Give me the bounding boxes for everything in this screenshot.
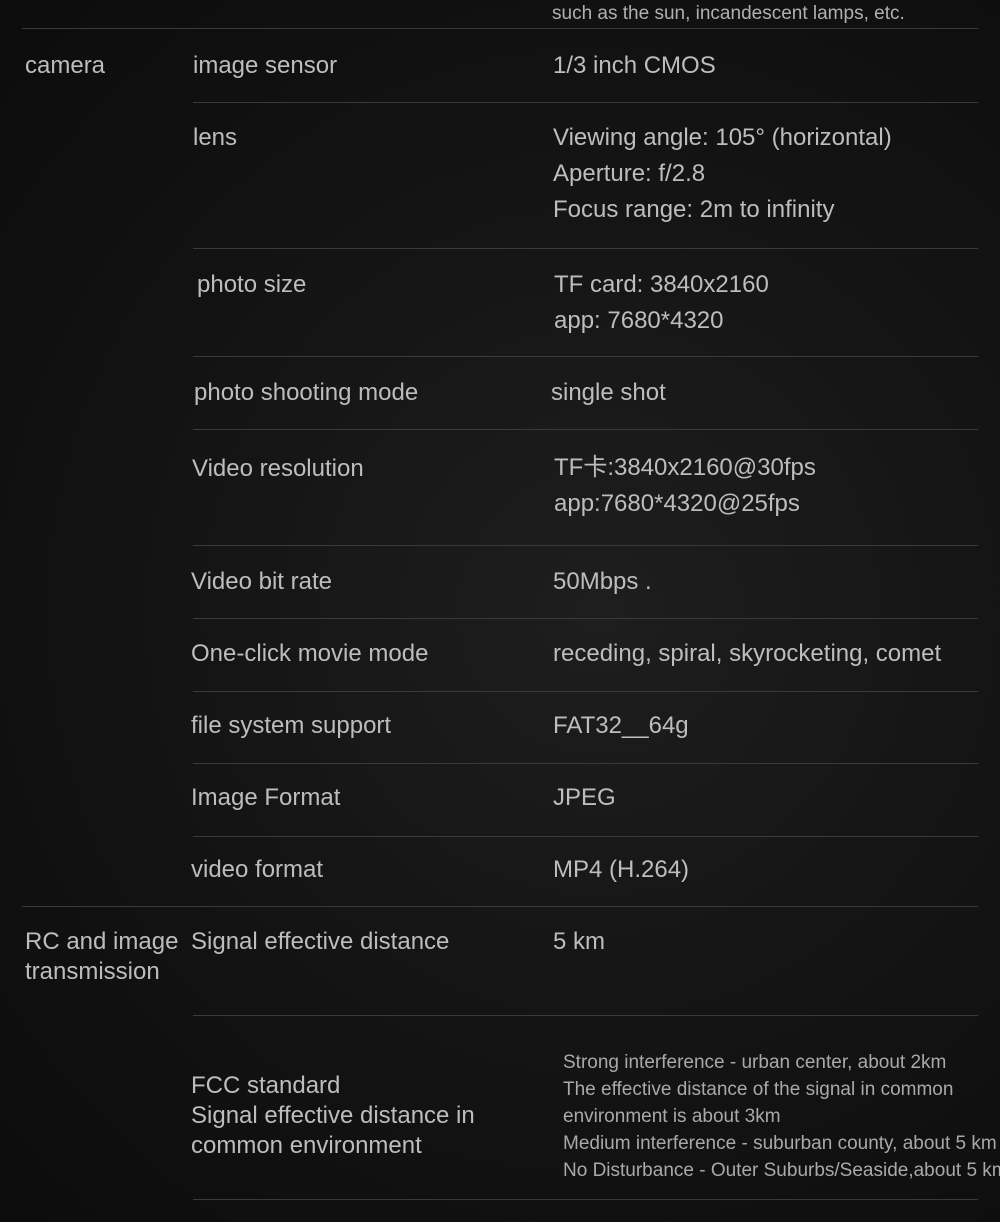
spec-value-line: No Disturbance - Outer Suburbs/Seaside,a… bbox=[563, 1160, 1000, 1181]
spec-value-video-format: MP4 (H.264) bbox=[553, 856, 690, 883]
section-divider bbox=[22, 28, 978, 29]
spec-value-line: Viewing angle: 105° (horizontal) bbox=[553, 124, 892, 151]
section-label-camera: camera bbox=[25, 52, 106, 79]
previous-row-value-fragment: such as the sun, incandescent lamps, etc… bbox=[552, 3, 905, 24]
spec-value-photo-size: TF card: 3840x2160 app: 7680*4320 bbox=[554, 267, 769, 339]
spec-label-signal-distance: Signal effective distance bbox=[191, 928, 450, 955]
spec-label-video-resolution: Video resolution bbox=[192, 455, 364, 482]
row-divider bbox=[193, 356, 978, 357]
row-divider bbox=[193, 763, 978, 764]
spec-value-line: The effective distance of the signal in … bbox=[563, 1079, 954, 1100]
spec-value-one-click-movie-mode: receding, spiral, skyrocketing, comet bbox=[553, 640, 942, 667]
spec-value-line: TF card: 3840x2160 bbox=[554, 271, 769, 298]
spec-label-photo-shooting-mode: photo shooting mode bbox=[194, 379, 419, 406]
section-divider bbox=[22, 906, 978, 907]
spec-label-lens: lens bbox=[193, 124, 238, 151]
spec-value-file-system-support: FAT32__64g bbox=[553, 712, 689, 739]
row-divider bbox=[193, 836, 978, 837]
spec-value-image-sensor: 1/3 inch CMOS bbox=[553, 52, 716, 79]
spec-value-signal-distance: 5 km bbox=[553, 928, 606, 955]
row-divider bbox=[193, 545, 978, 546]
spec-value-video-bit-rate: 50Mbps . bbox=[553, 568, 652, 595]
row-divider bbox=[193, 248, 978, 249]
spec-value-line: app:7680*4320@25fps bbox=[554, 490, 800, 517]
spec-value-line: Aperture: f/2.8 bbox=[553, 160, 706, 187]
spec-label-fcc: FCC standard Signal effective distance i… bbox=[191, 1071, 475, 1161]
spec-value-line: environment is about 3km bbox=[563, 1106, 781, 1127]
row-divider bbox=[193, 618, 978, 619]
spec-label-photo-size: photo size bbox=[197, 271, 307, 298]
spec-value-lens: Viewing angle: 105° (horizontal) Apertur… bbox=[553, 120, 892, 228]
section-label-rc: RC and image transmission bbox=[25, 927, 178, 987]
spec-label-video-bit-rate: Video bit rate bbox=[191, 568, 332, 595]
spec-value-line: TF卡:3840x2160@30fps bbox=[554, 454, 816, 481]
spec-label-image-sensor: image sensor bbox=[193, 52, 338, 79]
spec-value-fcc: Strong interference - urban center, abou… bbox=[563, 1049, 1000, 1184]
spec-value-line: Focus range: 2m to infinity bbox=[553, 196, 835, 223]
spec-label-one-click-movie-mode: One-click movie mode bbox=[191, 640, 429, 667]
row-divider bbox=[193, 691, 978, 692]
spec-label-line: Signal effective distance in bbox=[191, 1102, 475, 1129]
spec-label-image-format: Image Format bbox=[191, 784, 341, 811]
spec-value-photo-shooting-mode: single shot bbox=[551, 379, 666, 406]
section-label-line: transmission bbox=[25, 958, 160, 985]
spec-value-line: Strong interference - urban center, abou… bbox=[563, 1052, 947, 1073]
spec-label-line: common environment bbox=[191, 1132, 422, 1159]
spec-value-video-resolution: TF卡:3840x2160@30fps app:7680*4320@25fps bbox=[554, 450, 816, 522]
spec-label-video-format: video format bbox=[191, 856, 324, 883]
spec-label-file-system-support: file system support bbox=[191, 712, 392, 739]
spec-value-image-format: JPEG bbox=[553, 784, 616, 811]
row-divider bbox=[193, 1199, 978, 1200]
row-divider bbox=[193, 102, 978, 103]
spec-label-line: FCC standard bbox=[191, 1072, 341, 1099]
section-label-line: RC and image bbox=[25, 928, 179, 955]
spec-value-line: Medium interference - suburban county, a… bbox=[563, 1133, 997, 1154]
spec-value-line: app: 7680*4320 bbox=[554, 307, 724, 334]
row-divider bbox=[193, 429, 978, 430]
row-divider bbox=[193, 1015, 978, 1016]
